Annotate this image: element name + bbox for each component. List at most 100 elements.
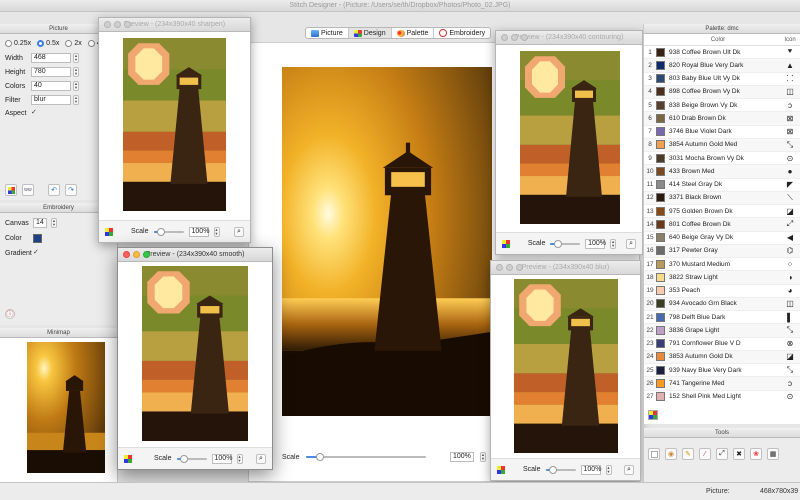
info-button[interactable]: ⓘ xyxy=(5,309,15,319)
palette-row[interactable]: 27 152 Shell Pink Med Light ⊙ xyxy=(644,391,800,403)
scale-value[interactable]: 100% xyxy=(585,238,606,249)
aspect-checkbox[interactable]: ✓ xyxy=(31,109,39,117)
cross-button[interactable]: ✖ xyxy=(733,448,745,460)
height-field[interactable]: 780 xyxy=(31,67,71,77)
palette-row[interactable]: 2 820 Royal Blue Very Dark ▲ xyxy=(644,59,800,73)
color-grid-button[interactable] xyxy=(5,184,17,196)
preview-sharpen-titlebar[interactable]: Preview - (234x390x40 sharpen) xyxy=(99,18,250,32)
palette-tool-button[interactable]: ❀ xyxy=(750,448,762,460)
canvas-stepper[interactable]: ▲ ▼ xyxy=(51,218,57,228)
preview-window-blur[interactable]: Preview - (234x390x40 blur) Scale 100% ▲… xyxy=(490,260,641,481)
palette-row[interactable]: 24 3853 Autumn Gold Dk ◪ xyxy=(644,350,800,364)
palette-row[interactable]: 10 433 Brown Med ● xyxy=(644,165,800,179)
tab-embroidery[interactable]: Embroidery xyxy=(434,28,490,38)
palette-row[interactable]: 5 838 Beige Brown Vy Dk ↄ xyxy=(644,99,800,113)
preview-window-smooth[interactable]: Preview - (234x390x40 smooth) Scale 100%… xyxy=(117,247,273,470)
main-scale-stepper[interactable]: ▲ ▼ xyxy=(480,452,486,462)
filter-select[interactable]: blur xyxy=(31,95,71,105)
zoom-fit-button[interactable]: ⌕ xyxy=(626,238,636,249)
preview-smooth-scale-slider[interactable] xyxy=(176,454,207,463)
palette-row[interactable]: 18 3822 Straw Light ◑ xyxy=(644,271,800,285)
palette-row[interactable]: 3 803 Baby Blue Ult Vy Dk ⸬ xyxy=(644,73,800,86)
palette-row[interactable]: 13 975 Golden Brown Dk ◪ xyxy=(644,205,800,219)
tab-picture[interactable]: Picture xyxy=(306,28,349,38)
preview-blur-image[interactable] xyxy=(514,279,618,453)
close-icon[interactable] xyxy=(123,251,130,258)
main-scale-slider[interactable] xyxy=(305,453,426,461)
filter-dropdown-arrow[interactable]: ▲ ▼ xyxy=(73,95,79,105)
zoom-fit-button[interactable]: ⌕ xyxy=(624,464,634,475)
main-scale-value[interactable]: 100% xyxy=(450,452,474,462)
palette-row[interactable]: 26 741 Tangerine Med ↄ xyxy=(644,377,800,391)
scale-stepper[interactable]: ▲ ▼ xyxy=(236,453,243,464)
preview-smooth-image[interactable] xyxy=(142,266,248,441)
minimap-picture[interactable] xyxy=(27,342,105,473)
close-icon[interactable] xyxy=(501,34,508,41)
zoom-fit-button[interactable]: ⌕ xyxy=(256,453,266,464)
preview-smooth-titlebar[interactable]: Preview - (234x390x40 smooth) xyxy=(118,248,272,262)
color-grid-icon[interactable] xyxy=(502,239,510,248)
scale-option-1[interactable]: 0.5x xyxy=(37,40,59,47)
minimize-icon[interactable] xyxy=(133,251,140,258)
colors-field[interactable]: 40 xyxy=(31,81,71,91)
height-stepper[interactable]: ▲ ▼ xyxy=(73,67,79,77)
scale-value[interactable]: 100% xyxy=(188,226,209,237)
undo-button[interactable]: ↶ xyxy=(48,184,60,196)
redo-button[interactable]: ↷ xyxy=(65,184,77,196)
palette-row[interactable]: 12 3371 Black Brown ⟍ xyxy=(644,191,800,205)
grid-button[interactable]: ▦ xyxy=(767,448,779,460)
palette-row[interactable]: 25 939 Navy Blue Very Dark ⤡ xyxy=(644,364,800,378)
width-field[interactable]: 468 xyxy=(31,53,71,63)
palette-row[interactable]: 8 3854 Autumn Gold Med ⤡ xyxy=(644,138,800,152)
zoom-icon[interactable] xyxy=(143,251,150,258)
palette-row[interactable]: 15 640 Beige Gray Vy Dk ◀ xyxy=(644,232,800,245)
minimize-icon[interactable] xyxy=(511,34,518,41)
palette-row[interactable]: 11 414 Steel Gray Dk ◤ xyxy=(644,179,800,192)
palette-row[interactable]: 14 801 Coffee Brown Dk ⤢ xyxy=(644,218,800,232)
zoom-icon[interactable] xyxy=(516,264,523,271)
palette-row[interactable]: 20 934 Avocado Grn Black ◫ xyxy=(644,297,800,311)
palette-row[interactable]: 9 3031 Mocha Brown Vy Dk ⊙ xyxy=(644,152,800,166)
add-color-button[interactable] xyxy=(648,410,658,420)
scale-option-2[interactable]: 2x xyxy=(65,40,82,47)
preview-window-contouring[interactable]: Preview - (234x390x40 contouring) Scale … xyxy=(495,30,643,255)
main-picture[interactable] xyxy=(282,67,492,416)
palette-row[interactable]: 4 898 Coffee Brown Vy Dk ◫ xyxy=(644,85,800,99)
colors-stepper[interactable]: ▲ ▼ xyxy=(73,81,79,91)
preview-contouring-image[interactable] xyxy=(520,51,620,224)
scale-option-0[interactable]: 0.25x xyxy=(5,40,31,47)
scale-stepper[interactable]: ▲ ▼ xyxy=(213,226,220,237)
palette-row[interactable]: 1 938 Coffee Brown Ult Dk ⯆ xyxy=(644,46,800,60)
preview-blur-scale-slider[interactable] xyxy=(545,465,576,474)
color-grid-icon[interactable] xyxy=(497,465,505,474)
preview-sharpen-image[interactable] xyxy=(123,38,226,211)
palette-row[interactable]: 17 370 Mustard Medium ⁘ xyxy=(644,258,800,272)
color-swatch[interactable] xyxy=(33,234,42,243)
palette-row[interactable]: 23 791 Cornflower Blue V D ⊗ xyxy=(644,338,800,351)
pencil-button[interactable]: ✎ xyxy=(682,448,694,460)
palette-row[interactable]: 7 3746 Blue Violet Dark ⊠ xyxy=(644,126,800,139)
tab-design[interactable]: Design xyxy=(348,28,392,38)
line-button[interactable]: ⁄ xyxy=(699,448,711,460)
scale-stepper[interactable]: ▲ ▼ xyxy=(605,464,612,475)
palette-row[interactable]: 22 3836 Grape Light ⤡ xyxy=(644,324,800,338)
color-grid-icon[interactable] xyxy=(105,227,113,236)
minimize-icon[interactable] xyxy=(506,264,513,271)
zoom-icon[interactable] xyxy=(124,21,131,28)
color-grid-icon[interactable] xyxy=(124,454,132,463)
gradient-checkbox[interactable]: ✓ xyxy=(33,249,41,257)
color-picker-button[interactable] xyxy=(648,448,660,460)
zoom-icon[interactable] xyxy=(521,34,528,41)
tab-palette[interactable]: Palette xyxy=(392,28,435,38)
wand-button[interactable]: ⤢ xyxy=(716,448,728,460)
fill-button[interactable]: ◉ xyxy=(665,448,677,460)
scale-stepper[interactable]: ▲ ▼ xyxy=(610,238,617,249)
preview-sharpen-scale-slider[interactable] xyxy=(153,227,184,236)
palette-row[interactable]: 21 798 Delft Blue Dark ▌ xyxy=(644,311,800,325)
preview-contouring-titlebar[interactable]: Preview - (234x390x40 contouring) xyxy=(496,31,642,45)
palette-row[interactable]: 19 353 Peach ◕ xyxy=(644,285,800,298)
scale-value[interactable]: 100% xyxy=(580,464,601,475)
minimize-icon[interactable] xyxy=(114,21,121,28)
width-stepper[interactable]: ▲ ▼ xyxy=(73,53,79,63)
zoom-fit-button[interactable]: ⌕ xyxy=(234,226,244,237)
